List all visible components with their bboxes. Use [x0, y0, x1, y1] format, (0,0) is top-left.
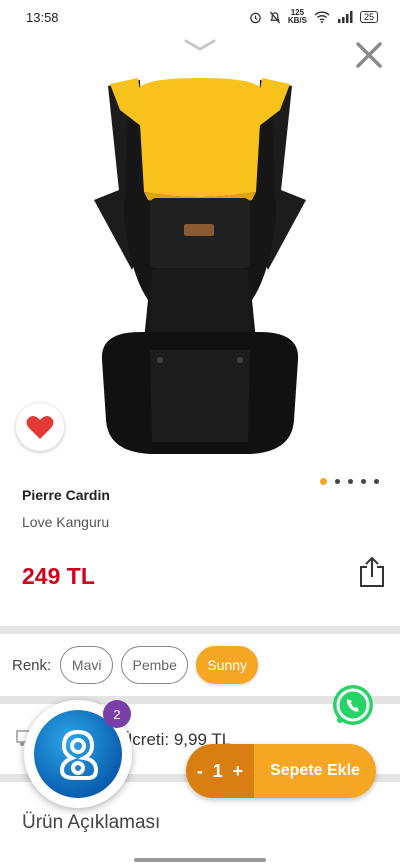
home-indicator[interactable] — [134, 858, 266, 862]
close-button[interactable] — [352, 38, 386, 72]
pager-dot[interactable] — [361, 479, 366, 484]
pager-dot[interactable] — [320, 478, 327, 485]
quantity-stepper: - 1 + — [186, 744, 254, 798]
image-pager[interactable] — [320, 478, 379, 485]
add-to-cart-button[interactable]: Sepete Ekle — [254, 744, 376, 798]
product-name: Love Kanguru — [22, 514, 110, 530]
heart-icon — [26, 415, 54, 439]
increase-button[interactable]: + — [233, 761, 244, 782]
alarm-icon — [250, 12, 261, 23]
status-time: 13:58 — [26, 9, 59, 25]
chevron-down-icon[interactable] — [184, 38, 216, 52]
cart-bar: - 1 + Sepete Ekle — [186, 744, 376, 798]
pager-dot[interactable] — [348, 479, 353, 484]
color-selector: Renk: Mavi Pembe Sunny — [12, 646, 259, 684]
section-divider — [0, 626, 400, 634]
whatsapp-icon[interactable] — [330, 682, 376, 728]
color-option-sunny[interactable]: Sunny — [196, 646, 259, 684]
product-price: 249 TL — [22, 563, 95, 589]
description-title[interactable]: Ürün Açıklaması — [22, 812, 160, 834]
pager-dot[interactable] — [335, 479, 340, 484]
color-option-mavi[interactable]: Mavi — [60, 646, 114, 684]
net-speed: 125 KB/S — [287, 8, 307, 25]
decrease-button[interactable]: - — [197, 761, 203, 782]
favorite-button[interactable] — [16, 403, 64, 451]
wifi-icon — [314, 11, 330, 23]
product-image[interactable] — [80, 70, 320, 460]
quantity-value: 1 — [212, 760, 223, 781]
color-label: Renk: — [12, 656, 52, 674]
share-icon[interactable] — [358, 555, 386, 589]
assistant-icon — [59, 729, 99, 780]
color-option-pembe[interactable]: Pembe — [121, 646, 189, 684]
mute-bell-icon — [269, 11, 280, 23]
status-bar: 13:58 125 KB/S 25 — [0, 0, 400, 34]
close-icon — [356, 42, 382, 68]
product-brand[interactable]: Pierre Cardin — [22, 487, 110, 503]
status-icons: 125 KB/S 25 — [249, 9, 378, 25]
signal-icon — [337, 11, 353, 23]
battery-indicator: 25 — [359, 11, 378, 23]
pager-dot[interactable] — [374, 479, 379, 484]
assistant-badge: 2 — [103, 700, 131, 728]
